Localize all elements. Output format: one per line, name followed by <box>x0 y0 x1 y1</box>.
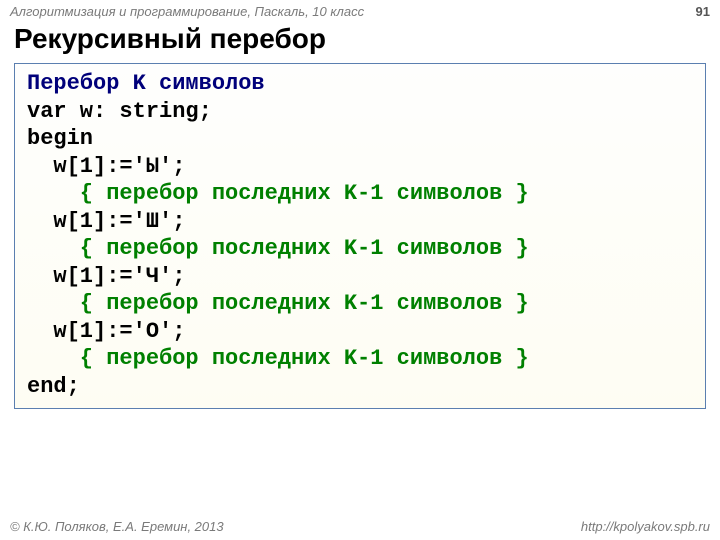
code-comment: { перебор последних K-1 символов } <box>27 346 529 371</box>
slide-footer: © К.Ю. Поляков, Е.А. Еремин, 2013 http:/… <box>0 519 720 534</box>
code-comment: { перебор последних K-1 символов } <box>27 236 529 261</box>
code-line: w[1]:='Ы'; <box>27 154 185 179</box>
page-title: Рекурсивный перебор <box>0 21 720 61</box>
code-line: Перебор K символов <box>27 71 265 96</box>
code-comment: { перебор последних K-1 символов } <box>27 181 529 206</box>
slide-header: Алгоритмизация и программирование, Паска… <box>0 0 720 21</box>
course-line: Алгоритмизация и программирование, Паска… <box>10 4 364 19</box>
code-block: Перебор K символов var w: string; begin … <box>14 63 706 409</box>
code-comment: { перебор последних K-1 символов } <box>27 291 529 316</box>
code-line: w[1]:='Ш'; <box>27 209 185 234</box>
copyright: © К.Ю. Поляков, Е.А. Еремин, 2013 <box>10 519 224 534</box>
page-number: 91 <box>696 4 710 19</box>
code-line: w[1]:='О'; <box>27 319 185 344</box>
code-line: w[1]:='Ч'; <box>27 264 185 289</box>
footer-url: http://kpolyakov.spb.ru <box>581 519 710 534</box>
